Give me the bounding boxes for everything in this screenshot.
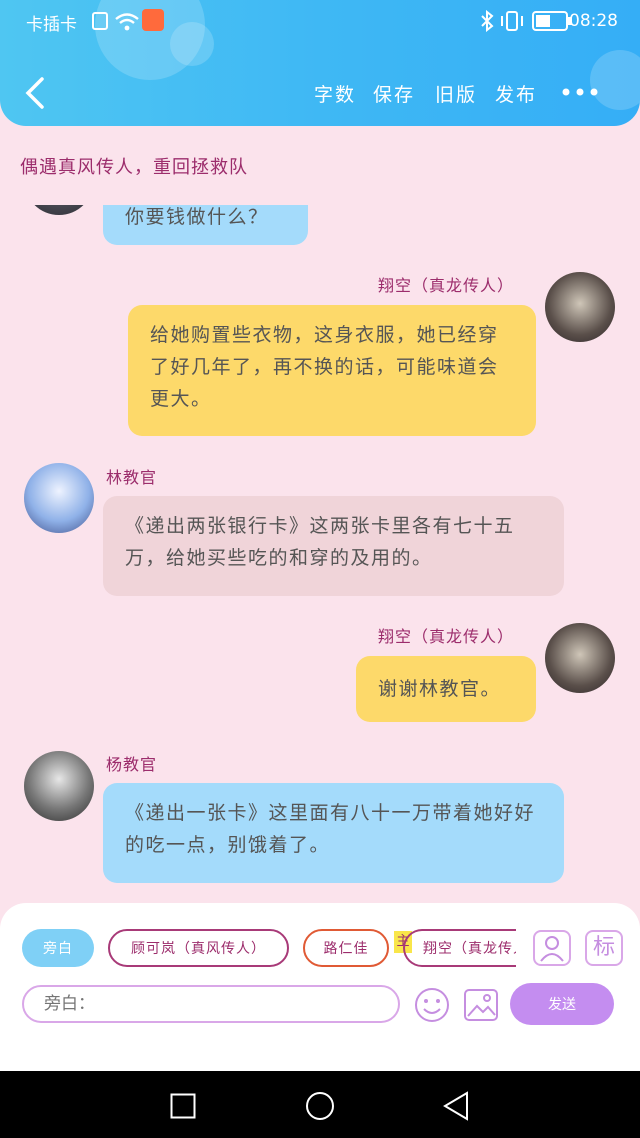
sender-name: 林教官 — [106, 468, 158, 487]
status-carrier: 卡插卡 — [26, 15, 77, 35]
sender-name: 翔空（真龙传人） — [378, 627, 515, 646]
image-icon — [464, 989, 498, 1021]
triangle-back-icon — [443, 1091, 468, 1121]
chat-bubble[interactable]: 你要钱做什么？ — [103, 205, 308, 245]
circle-icon — [306, 1092, 334, 1120]
chevron-left-icon — [25, 77, 44, 109]
status-time: 08:28 — [569, 11, 618, 31]
chat-bubble[interactable]: 《递出一张卡》这里面有八十一万带着她好好的吃一点，别饿着了。 — [103, 783, 564, 883]
chat-list[interactable]: 你要钱做什么？ 翔空（真龙传人） 给她购置些衣物，这身衣服，她已经穿了好几年了，… — [0, 205, 640, 905]
wifi-icon — [115, 13, 139, 31]
system-nav-bar — [0, 1071, 640, 1138]
app-header: 卡插卡 08:28 字数 保存 旧版 发布 — [0, 0, 640, 126]
more-dots-icon — [562, 88, 598, 96]
more-options-button[interactable] — [560, 80, 600, 104]
square-icon — [170, 1093, 196, 1119]
image-button[interactable] — [463, 987, 499, 1023]
chat-bubble[interactable]: 《递出两张银行卡》这两张卡里各有七十五万，给她买些吃的和穿的及用的。 — [103, 496, 564, 596]
avatar[interactable] — [24, 205, 94, 215]
chat-bubble[interactable]: 谢谢林教官。 — [356, 656, 536, 722]
role-chip-narrator[interactable]: 旁白 — [22, 929, 94, 967]
avatar[interactable] — [24, 751, 94, 821]
home-button[interactable] — [305, 1091, 335, 1121]
chat-bubble[interactable]: 给她购置些衣物，这身衣服，她已经穿了好几年了，再不换的话，可能味道会更大。 — [128, 305, 536, 436]
role-chip[interactable]: 路仁佳 — [303, 929, 389, 967]
recent-apps-button[interactable] — [170, 1093, 196, 1119]
person-icon — [540, 936, 564, 962]
save-button[interactable]: 保存 — [373, 80, 415, 107]
publish-button[interactable]: 发布 — [495, 80, 537, 107]
system-back-button[interactable] — [442, 1091, 470, 1121]
role-chip[interactable]: 顾可岚（真风传人） — [108, 929, 289, 967]
tag-button[interactable]: 标 — [585, 930, 623, 966]
bluetooth-icon — [481, 10, 494, 32]
avatar[interactable] — [545, 623, 615, 693]
word-count-button[interactable]: 字数 — [314, 80, 356, 107]
sender-name: 翔空（真龙传人） — [378, 276, 515, 295]
decor-bubble — [170, 22, 214, 66]
smiley-icon — [415, 988, 449, 1022]
app-notification-icon — [142, 9, 164, 31]
back-button[interactable] — [22, 76, 52, 110]
vibrate-icon — [501, 11, 523, 31]
avatar[interactable] — [24, 463, 94, 533]
battery-icon — [532, 11, 572, 31]
avatar[interactable] — [545, 272, 615, 342]
sim-alert-icon — [92, 12, 108, 30]
role-chip[interactable]: 翔空（真龙传人） — [403, 929, 516, 967]
add-character-button[interactable] — [533, 930, 571, 966]
emoji-button[interactable] — [413, 986, 451, 1024]
sender-name: 杨教官 — [106, 755, 158, 774]
send-button[interactable]: 发送 — [510, 983, 614, 1025]
story-title: 偶遇真风传人，重回拯救队 — [20, 157, 248, 178]
message-input[interactable] — [22, 985, 400, 1023]
old-version-button[interactable]: 旧版 — [435, 80, 477, 107]
